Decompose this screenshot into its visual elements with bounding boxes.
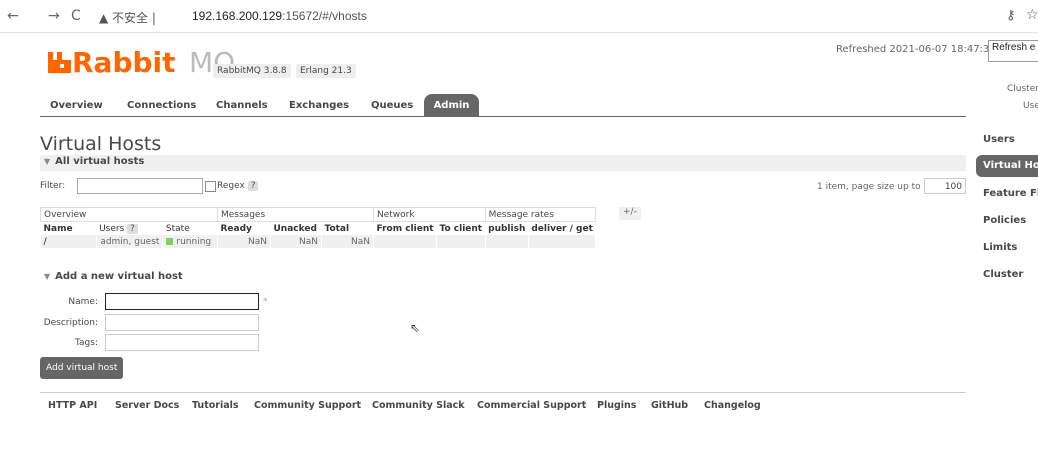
vhost-name-link[interactable]: / [40,235,97,248]
group-messages: Messages [217,207,374,222]
version-badge: RabbitMQ 3.8.8 [213,64,291,78]
nav-users[interactable]: Users [983,134,1015,145]
rabbitmq-logo-mark [48,52,71,73]
browser-toolbar: ← → C ▲ 不安全 | 192.168.200.129:15672/#/vh… [0,0,1038,33]
reload-icon[interactable]: C [71,8,81,24]
url-host: 192.168.200.129 [192,9,283,23]
footer-link-commercial-support[interactable]: Commercial Support [477,400,586,411]
tabs-divider [40,116,966,117]
col-to-client[interactable]: To client [437,222,486,236]
regex-label: Regex ? [217,181,259,191]
col-from-client[interactable]: From client [374,222,437,236]
tags-label: Tags: [75,338,98,348]
erlang-badge: Erlang 21.3 [296,64,356,78]
col-users-text: Users [99,223,125,234]
vhost-state-text: running [176,236,212,247]
tab-exchanges[interactable]: Exchanges [289,100,349,111]
group-overview: Overview [40,207,218,222]
footer-divider [40,392,966,393]
collapse-triangle-icon: ▼ [44,157,51,166]
vhost-unacked: NaN [270,235,322,248]
vhost-deliver-get [528,235,597,248]
tab-overview[interactable]: Overview [50,100,103,111]
footer-link-community-support[interactable]: Community Support [254,400,361,411]
required-marker: * [263,297,268,307]
col-state[interactable]: State [163,222,218,236]
key-icon[interactable]: ⚷ [1006,8,1016,23]
tab-connections[interactable]: Connections [127,100,196,111]
description-label: Description: [43,318,98,328]
add-vhost-section-header[interactable]: ▼ Add a new virtual host [40,270,966,286]
back-icon[interactable]: ← [7,8,19,24]
col-unacked[interactable]: Unacked [271,222,322,236]
vhosts-table: Overview Messages Network Message rates … [40,207,597,248]
page-size-input[interactable]: 100 [924,178,966,194]
tab-queues[interactable]: Queues [371,100,413,111]
star-icon[interactable]: ☆ [1026,7,1038,23]
filter-label: Filter: [40,181,66,191]
users-help-button[interactable]: ? [127,223,138,234]
col-ready[interactable]: Ready [218,222,271,236]
add-vhost-title: Add a new virtual host [55,271,183,282]
footer-link-http-api[interactable]: HTTP API [48,400,97,411]
col-deliver-get[interactable]: deliver / get [528,222,596,236]
name-input[interactable] [105,293,259,310]
col-total[interactable]: Total [322,222,374,236]
all-vhosts-section-header[interactable]: ▼ All virtual hosts [40,155,966,171]
vhost-publish [485,235,529,248]
security-warning[interactable]: ▲ 不安全 | [99,9,156,26]
tab-channels[interactable]: Channels [216,100,268,111]
forward-icon[interactable]: → [48,8,60,24]
footer-link-github[interactable]: GitHub [651,400,688,411]
nav-limits[interactable]: Limits [983,242,1017,253]
refresh-select[interactable]: Refresh e [988,40,1038,62]
col-users[interactable]: Users ? [96,222,163,236]
vhost-to-client [436,235,486,248]
tab-admin[interactable]: Admin [424,94,479,117]
address-bar[interactable]: 192.168.200.129:15672/#/vhosts [192,9,367,23]
footer-link-plugins[interactable]: Plugins [597,400,636,411]
mouse-cursor-icon: ⇖ [410,321,421,335]
nav-virtual-hosts[interactable]: Virtual Hos [976,155,1038,177]
footer-link-community-slack[interactable]: Community Slack [372,400,465,411]
refreshed-timestamp: Refreshed 2021-06-07 18:47:30 [836,44,996,55]
footer-link-changelog[interactable]: Changelog [704,400,761,411]
vhost-from-client [373,235,438,248]
columns-toggle-button[interactable]: +/- [619,207,641,220]
logo-text-rabbit: Rabbit [72,46,176,79]
group-network: Network [373,207,486,222]
col-publish[interactable]: publish [485,222,528,236]
table-row[interactable]: / admin, guest running NaN NaN NaN [40,235,597,248]
name-label: Name: [68,297,98,307]
vhost-state: running [162,235,218,248]
collapse-triangle-icon: ▼ [44,272,51,281]
col-name[interactable]: Name [41,222,97,236]
nav-cluster[interactable]: Cluster [983,269,1023,280]
footer-link-tutorials[interactable]: Tutorials [192,400,239,411]
cluster-label: Cluster [1007,84,1038,94]
regex-help-button[interactable]: ? [247,181,259,191]
footer-link-server-docs[interactable]: Server Docs [115,400,179,411]
tags-input[interactable] [105,334,259,351]
vhost-ready: NaN [217,235,271,248]
vhost-users: admin, guest [96,235,164,248]
add-virtual-host-button[interactable]: Add virtual host [40,357,124,379]
page-size-label: 1 item, page size up to [817,182,921,192]
description-input[interactable] [105,314,259,331]
page-title: Virtual Hosts [40,133,162,155]
nav-policies[interactable]: Policies [983,215,1026,226]
filter-input[interactable] [77,178,203,194]
all-vhosts-title: All virtual hosts [55,156,145,167]
nav-feature-flags[interactable]: Feature Fla [983,188,1038,199]
regex-checkbox[interactable] [205,181,216,192]
regex-text: Regex [217,181,245,191]
vhost-total: NaN [321,235,374,248]
user-label: Use [1023,101,1038,111]
group-message-rates: Message rates [484,207,597,222]
running-status-dot [166,237,174,245]
url-path: :15672/#/vhosts [282,9,367,23]
